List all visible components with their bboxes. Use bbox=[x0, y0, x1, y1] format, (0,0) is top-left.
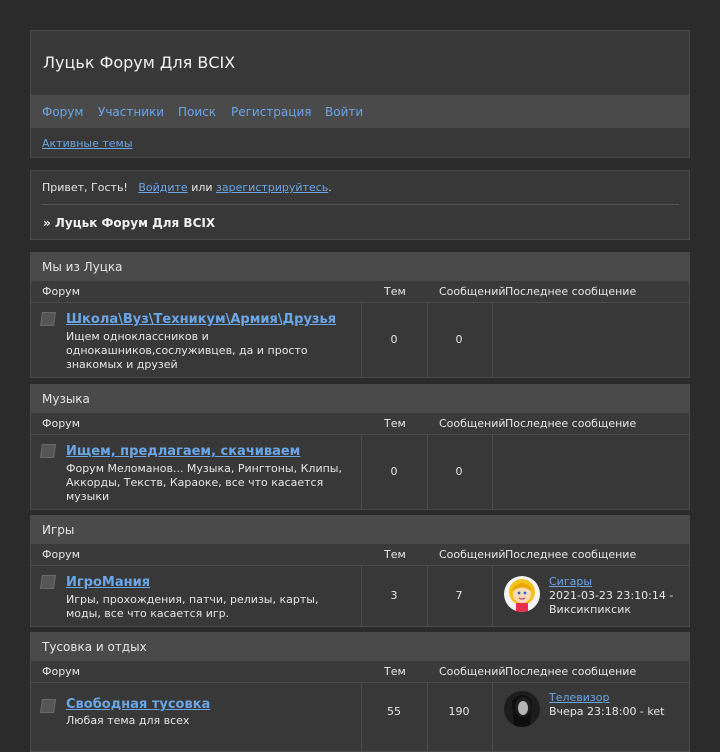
nav-forum[interactable]: Форум bbox=[42, 105, 83, 119]
col-posts: Сообщений bbox=[439, 417, 506, 430]
column-divider bbox=[492, 566, 493, 626]
category-block: Музыка Форум Тем Сообщений Последнее соо… bbox=[30, 384, 690, 510]
column-divider bbox=[492, 683, 493, 751]
col-topics: Тем bbox=[384, 665, 406, 678]
category-title: Игры bbox=[42, 523, 75, 537]
column-divider bbox=[361, 683, 362, 751]
column-divider bbox=[492, 435, 493, 509]
category-header: Игры bbox=[31, 516, 689, 544]
category-block: Игры Форум Тем Сообщений Последнее сообщ… bbox=[30, 515, 690, 627]
nav-search[interactable]: Поиск bbox=[178, 105, 216, 119]
topic-count: 0 bbox=[390, 333, 398, 346]
divider bbox=[42, 204, 679, 205]
category-header: Музыка bbox=[31, 385, 689, 413]
column-divider bbox=[427, 683, 428, 751]
avatar[interactable] bbox=[504, 691, 540, 727]
col-last-post: Последнее сообщение bbox=[505, 417, 637, 430]
category-block: Тусовка и отдых Форум Тем Сообщений Посл… bbox=[30, 632, 690, 752]
post-count: 0 bbox=[455, 465, 463, 478]
col-topics: Тем bbox=[384, 285, 406, 298]
col-forum: Форум bbox=[42, 285, 80, 298]
forum-description: Любая тема для всех bbox=[66, 714, 190, 727]
login-link[interactable]: Войдите bbox=[138, 181, 187, 194]
forum-link[interactable]: Ищем, предлагаем, скачиваем bbox=[66, 444, 300, 459]
col-last-post: Последнее сообщение bbox=[505, 285, 637, 298]
post-count: 0 bbox=[455, 333, 463, 346]
forum-link[interactable]: ИгроМания bbox=[66, 575, 150, 590]
column-divider bbox=[427, 566, 428, 626]
category-title: Мы из Луцка bbox=[42, 260, 123, 274]
column-divider bbox=[492, 303, 493, 377]
category-title: Музыка bbox=[42, 392, 90, 406]
column-headers: Форум Тем Сообщений Последнее сообщение bbox=[31, 413, 689, 435]
forum-link[interactable]: Школа\Вуз\Техникум\Армия\Друзья bbox=[66, 312, 336, 327]
col-forum: Форум bbox=[42, 548, 80, 561]
col-last-post: Последнее сообщение bbox=[505, 665, 637, 678]
category-title: Тусовка и отдых bbox=[42, 640, 147, 654]
forum-description: Форум Меломанов... Музыка, Рингтоны, Кли… bbox=[66, 462, 342, 503]
greeting-text: Привет, Гость! bbox=[42, 181, 128, 194]
avatar[interactable] bbox=[504, 576, 540, 612]
nav-register[interactable]: Регистрация bbox=[231, 105, 311, 119]
col-topics: Тем bbox=[384, 548, 406, 561]
col-forum: Форум bbox=[42, 417, 80, 430]
forum-status-icon bbox=[40, 575, 56, 589]
register-link[interactable]: зарегистрируйтесь bbox=[216, 181, 328, 194]
last-post-topic-link[interactable]: Телевизор bbox=[549, 691, 609, 704]
topic-count: 0 bbox=[390, 465, 398, 478]
active-topics-link[interactable]: Активные темы bbox=[42, 137, 133, 150]
forum-status-icon bbox=[40, 699, 56, 713]
column-divider bbox=[361, 303, 362, 377]
forum-link[interactable]: Свободная тусовка bbox=[66, 697, 210, 712]
col-last-post: Последнее сообщение bbox=[505, 548, 637, 561]
post-count: 7 bbox=[455, 589, 463, 602]
topic-count: 55 bbox=[387, 705, 401, 718]
forum-status-icon bbox=[40, 312, 56, 326]
or-text: или bbox=[191, 181, 213, 194]
nav-members[interactable]: Участники bbox=[98, 105, 164, 119]
forum-status-icon bbox=[40, 444, 56, 458]
main-nav: Форум Участники Поиск Регистрация Войти bbox=[31, 95, 689, 128]
last-post-info: Вчера 23:18:00 - ket bbox=[549, 705, 665, 718]
nav-login[interactable]: Войти bbox=[325, 105, 363, 119]
col-posts: Сообщений bbox=[439, 285, 506, 298]
site-header: Луцьк Форум Для ВСІХ Форум Участники Пои… bbox=[30, 30, 690, 158]
greeting-line: Привет, Гость! Войдите или зарегистрируй… bbox=[42, 181, 332, 194]
forum-description: Ищем одноклассников и однокашников,сослу… bbox=[66, 330, 308, 371]
column-headers: Форум Тем Сообщений Последнее сообщение bbox=[31, 544, 689, 566]
category-header: Тусовка и отдых bbox=[31, 633, 689, 661]
site-title: Луцьк Форум Для ВСІХ bbox=[43, 53, 236, 72]
column-divider bbox=[427, 435, 428, 509]
column-divider bbox=[427, 303, 428, 377]
breadcrumb: » Луцьк Форум Для ВСІХ bbox=[43, 216, 216, 230]
col-posts: Сообщений bbox=[439, 665, 506, 678]
last-post-topic-link[interactable]: Сигары bbox=[549, 575, 592, 588]
col-forum: Форум bbox=[42, 665, 80, 678]
column-headers: Форум Тем Сообщений Последнее сообщение bbox=[31, 281, 689, 303]
last-post-info: 2021-03-23 23:10:14 - Виксикпиксик bbox=[549, 589, 674, 616]
post-count: 190 bbox=[448, 705, 470, 718]
dot-text: . bbox=[328, 181, 332, 194]
col-posts: Сообщений bbox=[439, 548, 506, 561]
category-header: Мы из Луцка bbox=[31, 253, 689, 281]
topic-count: 3 bbox=[390, 589, 398, 602]
category-block: Мы из Луцка Форум Тем Сообщений Последне… bbox=[30, 252, 690, 378]
column-headers: Форум Тем Сообщений Последнее сообщение bbox=[31, 661, 689, 683]
forum-description: Игры, прохождения, патчи, релизы, карты,… bbox=[66, 593, 319, 620]
welcome-box: Привет, Гость! Войдите или зарегистрируй… bbox=[30, 170, 690, 240]
column-divider bbox=[361, 566, 362, 626]
col-topics: Тем bbox=[384, 417, 406, 430]
column-divider bbox=[361, 435, 362, 509]
